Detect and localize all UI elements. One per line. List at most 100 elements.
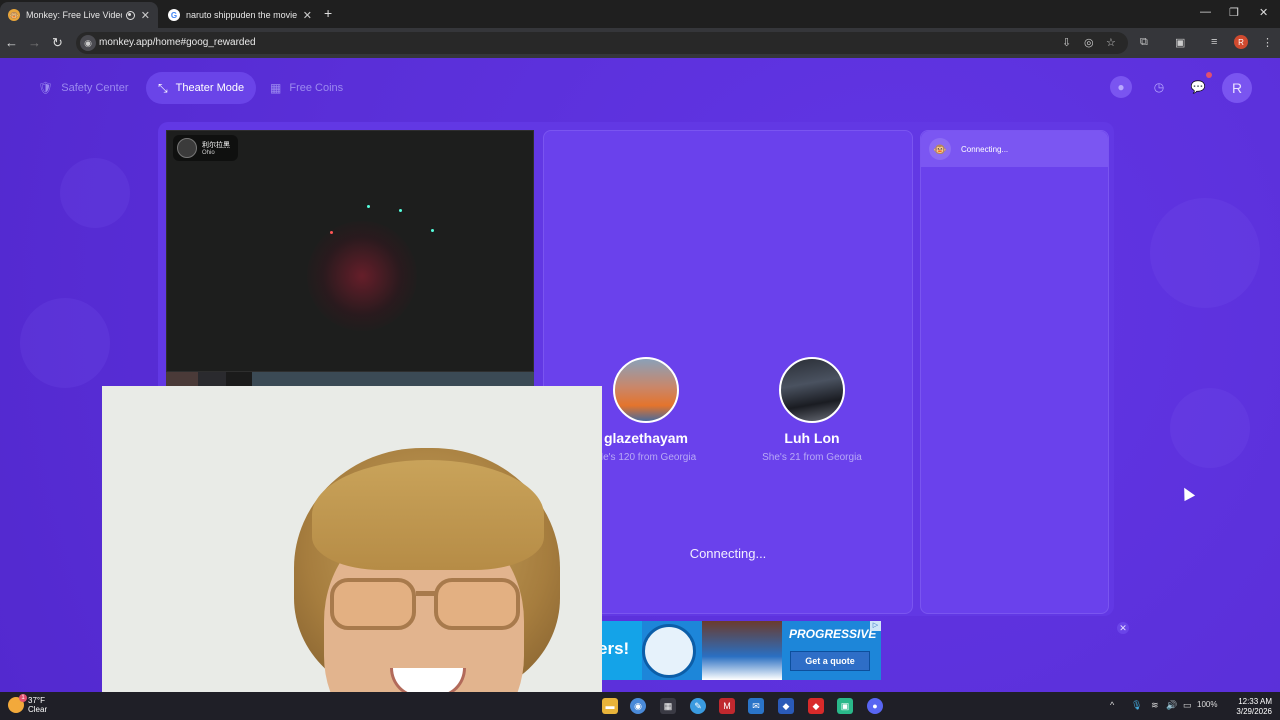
video-thumbnail-strip bbox=[166, 372, 534, 386]
close-tab-icon[interactable]: ✕ bbox=[141, 9, 150, 22]
hide-eye-icon[interactable]: ◎ bbox=[1084, 36, 1094, 49]
side-connecting-text: Connecting... bbox=[961, 144, 1009, 154]
store-icon[interactable]: ▦ bbox=[660, 698, 676, 714]
video-username: 利尔拉黑 bbox=[202, 141, 230, 149]
video-user-chip: 利尔拉黑 Ohio bbox=[173, 135, 238, 161]
tab-naruto[interactable]: G naruto shippuden the movie - G ✕ bbox=[160, 2, 320, 28]
discord-icon[interactable]: ● bbox=[867, 698, 883, 714]
monkey-icon: 🐵 bbox=[929, 138, 951, 160]
coins-icon: ▦ bbox=[270, 81, 282, 95]
battery-icon[interactable]: ▭ bbox=[1183, 700, 1192, 711]
background-bubble bbox=[1150, 198, 1260, 308]
match-subtitle: She's 21 from Georgia bbox=[762, 452, 862, 463]
match-name: Luh Lon bbox=[784, 430, 840, 446]
address-bar[interactable]: ◉ monkey.app/home#goog_rewarded bbox=[76, 32, 1128, 54]
menu-dots-icon[interactable]: ⋮ bbox=[1262, 36, 1273, 49]
ad-headline-partial: ers! bbox=[602, 639, 630, 658]
site-info-icon[interactable]: ◉ bbox=[80, 35, 96, 51]
video-light bbox=[431, 229, 434, 232]
app-green-icon[interactable]: ▣ bbox=[837, 698, 853, 714]
minimize-icon[interactable]: — bbox=[1200, 6, 1211, 18]
photo-glasses-left bbox=[330, 578, 416, 630]
side-chat-panel: 🐵 Connecting... bbox=[920, 130, 1109, 614]
browser-profile-avatar[interactable]: R bbox=[1234, 35, 1248, 49]
adchoices-icon[interactable]: ▷ bbox=[870, 621, 881, 631]
video-user-avatar bbox=[177, 138, 197, 158]
shield-icon: 🛡 bbox=[38, 81, 54, 95]
photo-glasses-right bbox=[434, 578, 520, 630]
media-control-icon[interactable]: ≡ bbox=[1211, 36, 1217, 48]
weather-sun-icon: 1 bbox=[8, 694, 27, 713]
roblox-icon[interactable]: ◆ bbox=[778, 698, 794, 714]
theater-mode-label: Theater Mode bbox=[175, 82, 245, 94]
system-clock[interactable]: 12:33 AM 3/29/2026 bbox=[1226, 697, 1272, 717]
side-chat-header: 🐵 Connecting... bbox=[921, 131, 1108, 167]
photo-bangs bbox=[312, 460, 544, 570]
close-tab-icon[interactable]: ✕ bbox=[303, 9, 312, 22]
clock-date: 3/29/2026 bbox=[1236, 707, 1272, 716]
chrome-icon[interactable]: ◉ bbox=[630, 698, 646, 714]
ad-get-quote-button[interactable]: Get a quote bbox=[790, 651, 870, 671]
expand-icon: ⤡ bbox=[158, 80, 168, 95]
sidepanel-icon[interactable]: ▣ bbox=[1175, 36, 1185, 49]
microphone-icon[interactable]: 🎙 bbox=[1131, 700, 1142, 711]
user-avatar[interactable]: R bbox=[1222, 73, 1252, 103]
volume-icon[interactable]: 🔊 bbox=[1166, 700, 1177, 711]
ad-spokesperson-image bbox=[702, 621, 782, 680]
steering-wheel-icon bbox=[642, 624, 696, 678]
mail-icon[interactable]: ✉ bbox=[748, 698, 764, 714]
background-bubble bbox=[20, 298, 110, 388]
video-face-glow bbox=[307, 221, 417, 331]
back-icon[interactable]: ← bbox=[5, 35, 18, 50]
reload-icon[interactable]: ↻ bbox=[52, 35, 63, 51]
match-card[interactable]: Luh Lon She's 21 from Georgia bbox=[742, 357, 882, 463]
close-window-icon[interactable]: ✕ bbox=[1259, 6, 1268, 19]
ad-close-icon[interactable]: ✕ bbox=[1117, 622, 1129, 634]
google-favicon-icon: G bbox=[168, 9, 180, 21]
free-coins-button[interactable]: ▦ Free Coins bbox=[258, 72, 355, 104]
tab-title: Monkey: Free Live Video Ch bbox=[26, 10, 122, 20]
tab-title: naruto shippuden the movie - G bbox=[186, 10, 297, 20]
wifi-icon[interactable]: ≋ bbox=[1151, 700, 1159, 711]
bookmark-star-icon[interactable]: ☆ bbox=[1106, 36, 1116, 49]
safety-center-button[interactable]: 🛡 Safety Center bbox=[26, 72, 141, 104]
safety-center-label: Safety Center bbox=[61, 82, 129, 94]
new-tab-icon[interactable]: + bbox=[324, 5, 332, 21]
weather-widget[interactable]: 1 37°F Clear bbox=[8, 694, 47, 714]
browser-tab-bar: 🐵 Monkey: Free Live Video Ch ✕ G naruto … bbox=[0, 0, 1280, 28]
clock-time: 12:33 AM bbox=[1238, 697, 1272, 706]
windows-taskbar: 1 37°F Clear ▬ ◉ ▦ ✎ M ✉ ◆ ◆ ▣ ● ^ 🎙 ≋ 🔊… bbox=[0, 692, 1280, 720]
history-clock-icon[interactable]: ◷ bbox=[1148, 76, 1170, 98]
match-avatar bbox=[613, 357, 679, 423]
file-explorer-icon[interactable]: ▬ bbox=[602, 698, 618, 714]
thumbnail bbox=[166, 372, 198, 386]
tray-overflow-icon[interactable]: ^ bbox=[1110, 700, 1114, 710]
video-light bbox=[367, 205, 370, 208]
weather-temperature: 37°F bbox=[28, 696, 45, 705]
free-coins-label: Free Coins bbox=[289, 82, 344, 94]
progressive-ad[interactable]: ers! PROGRESSIVE Get a quote ▷ bbox=[602, 621, 881, 680]
self-video: 利尔拉黑 Ohio bbox=[166, 130, 534, 372]
recording-icon bbox=[125, 10, 135, 20]
portrait-photo-overlay bbox=[102, 386, 602, 720]
tab-monkey[interactable]: 🐵 Monkey: Free Live Video Ch ✕ bbox=[0, 2, 158, 28]
background-bubble bbox=[1170, 388, 1250, 468]
mcafee-icon[interactable]: M bbox=[719, 698, 735, 714]
restore-icon[interactable]: ❐ bbox=[1229, 6, 1239, 19]
video-light bbox=[330, 231, 333, 234]
video-location: Ohio bbox=[202, 149, 215, 156]
match-avatar bbox=[779, 357, 845, 423]
app-diamond-icon[interactable]: ◆ bbox=[808, 698, 824, 714]
chat-icon[interactable]: 💬 bbox=[1187, 76, 1209, 98]
app-icon[interactable]: ✎ bbox=[690, 698, 706, 714]
notification-badge bbox=[1206, 72, 1212, 78]
mouse-cursor-icon bbox=[1178, 484, 1196, 502]
forward-icon[interactable]: → bbox=[28, 35, 41, 50]
install-app-icon[interactable]: ⇩ bbox=[1062, 36, 1071, 49]
weather-badge: 1 bbox=[19, 694, 27, 702]
extensions-icon[interactable]: ⧉ bbox=[1140, 36, 1148, 49]
theater-mode-button[interactable]: ⤡ Theater Mode bbox=[146, 72, 257, 104]
background-bubble bbox=[60, 158, 130, 228]
profile-photo-icon[interactable]: ● bbox=[1110, 76, 1132, 98]
thumbnail bbox=[226, 372, 252, 386]
